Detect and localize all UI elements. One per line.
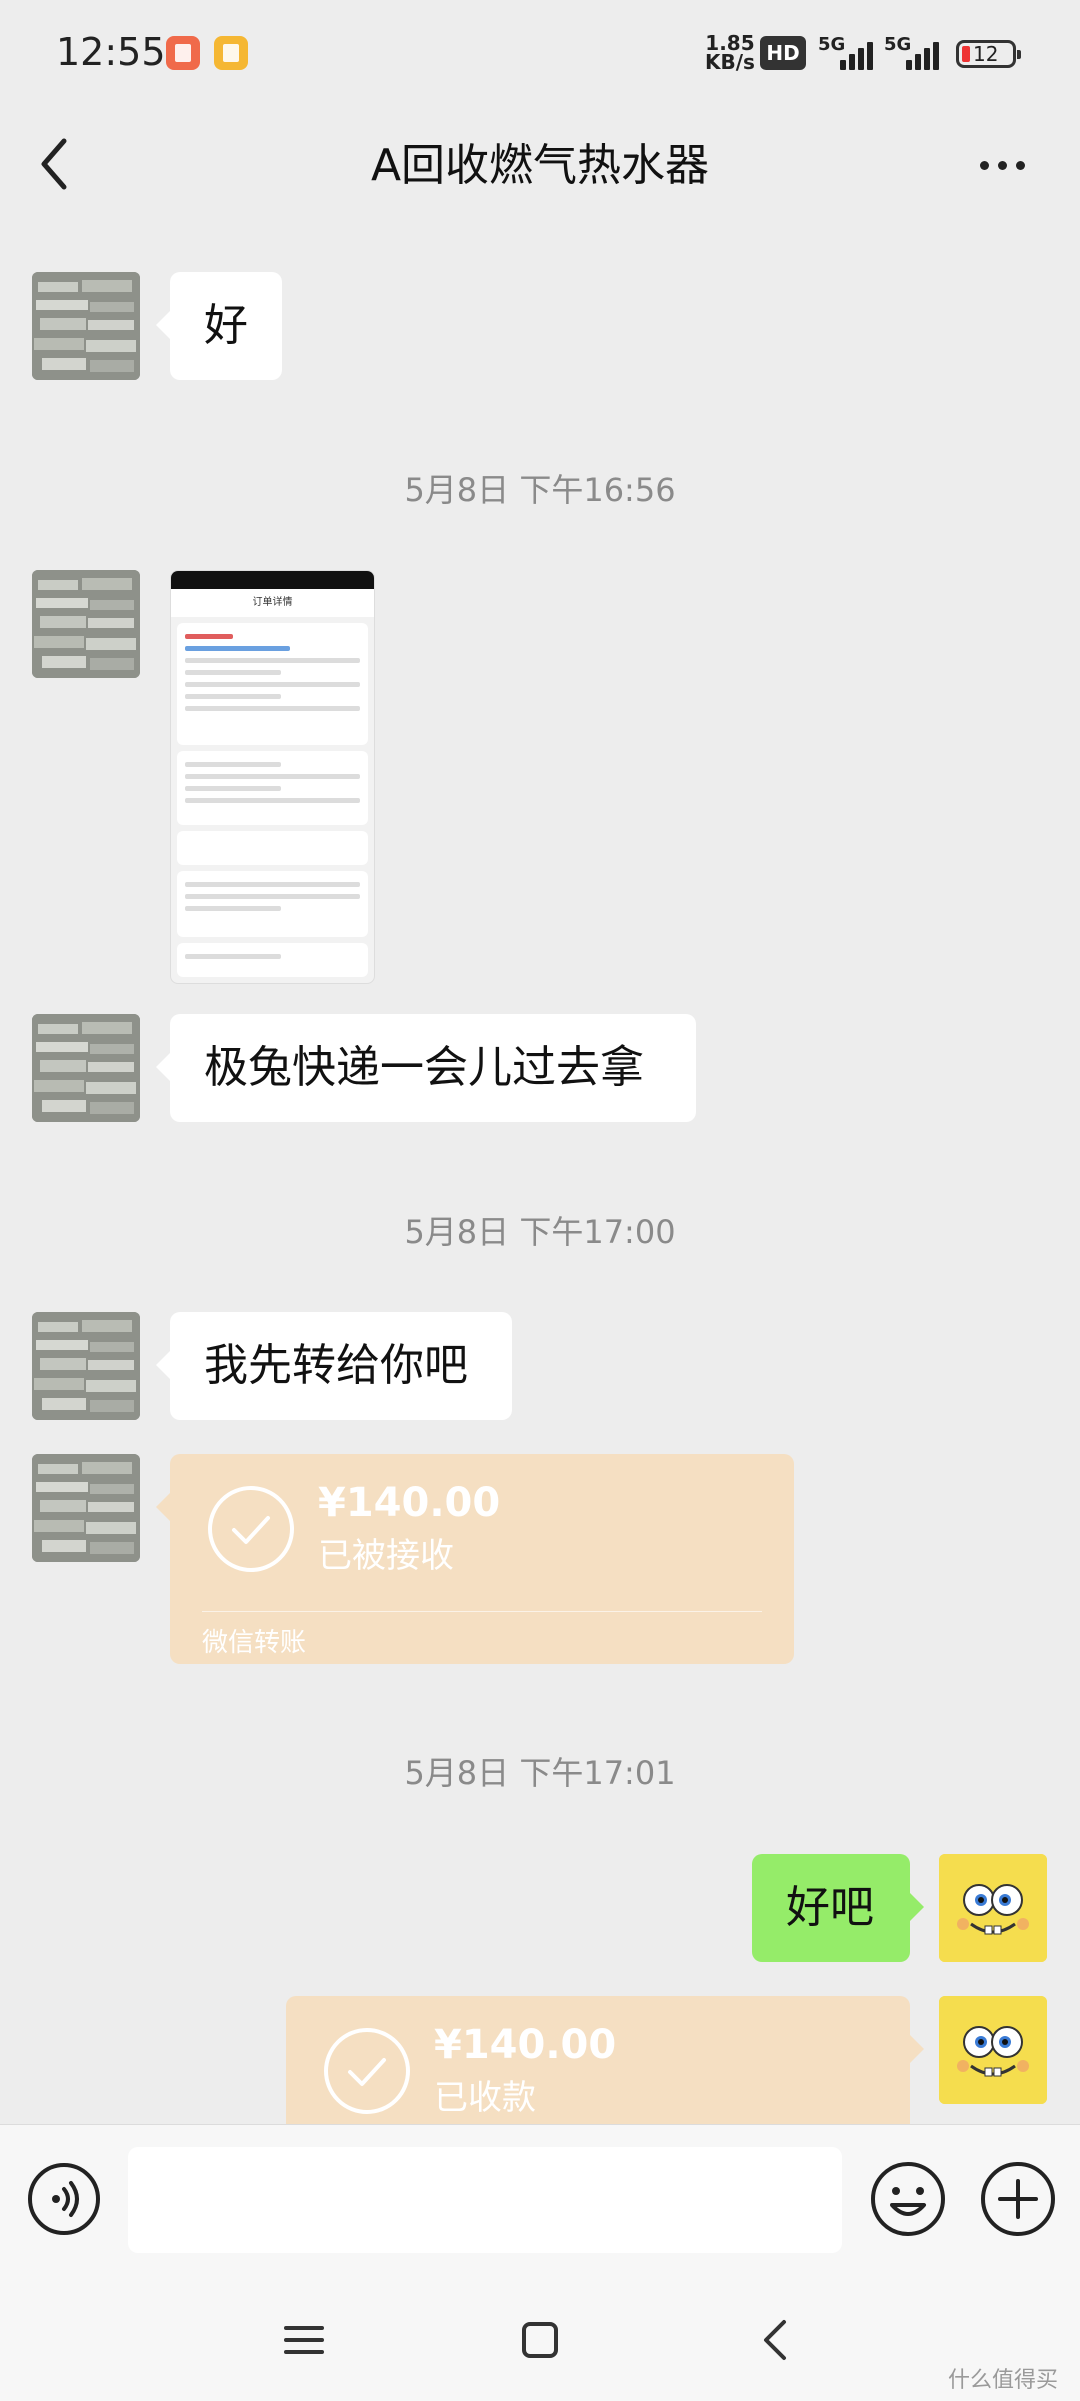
emoji-icon — [871, 2162, 945, 2236]
self-avatar[interactable] — [939, 1854, 1047, 1962]
message-bubble-self[interactable]: 好吧 — [752, 1854, 924, 1962]
transfer-card[interactable]: ¥140.00 已被接收 微信转账 — [156, 1454, 794, 1664]
signal-icon: 5G — [884, 34, 944, 70]
hd-badge: HD — [760, 36, 806, 70]
system-back-button[interactable] — [746, 2310, 806, 2370]
voice-icon — [28, 2163, 100, 2235]
notification-app-icon — [214, 36, 248, 70]
contact-avatar[interactable] — [32, 1454, 140, 1562]
status-time: 12:55 — [56, 30, 166, 74]
network-speed: 1.85 KB/s — [705, 33, 755, 74]
transfer-amount: ¥140.00 — [434, 2022, 617, 2068]
home-button[interactable] — [510, 2310, 570, 2370]
message-input[interactable] — [128, 2147, 842, 2253]
watermark: 什么值得买 — [948, 2368, 1059, 2393]
battery-level: 12 — [973, 42, 999, 66]
divider — [202, 1611, 762, 1612]
chat-header: A回收燃气热水器 — [0, 105, 1080, 223]
plus-icon — [981, 2162, 1055, 2236]
emoji-button[interactable] — [868, 2159, 948, 2239]
menu-button[interactable] — [274, 2310, 334, 2370]
status-bar: 12:55 1.85 KB/s HD 5G 5G 12 — [0, 0, 1080, 105]
transfer-amount: ¥140.00 — [318, 1480, 501, 1526]
back-icon — [764, 2320, 786, 2360]
network-speed-unit: KB/s — [705, 50, 755, 74]
notification-app-icon — [166, 36, 200, 70]
menu-icon — [284, 2326, 324, 2354]
contact-avatar[interactable] — [32, 1312, 140, 1420]
contact-avatar[interactable] — [32, 1014, 140, 1122]
image-message-title: 订单详情 — [171, 589, 374, 617]
transfer-source: 微信转账 — [202, 1628, 307, 1658]
timestamp: 5月8日 下午16:56 — [404, 471, 676, 509]
voice-button[interactable] — [26, 2161, 102, 2237]
check-icon — [324, 2028, 410, 2114]
chat-title: A回收燃气热水器 — [370, 140, 710, 191]
system-navigation-bar — [0, 2270, 1080, 2401]
input-bar — [0, 2124, 1080, 2271]
signal-label: 5G — [818, 34, 846, 55]
transfer-status: 已被接收 — [318, 1536, 454, 1576]
home-icon — [522, 2322, 558, 2358]
check-icon — [208, 1486, 294, 1572]
battery-icon: 12 — [956, 40, 1021, 68]
signal-label: 5G — [884, 34, 912, 55]
message-bubble[interactable]: 我先转给你吧 — [156, 1312, 512, 1420]
timestamp: 5月8日 下午17:00 — [404, 1213, 676, 1251]
more-button[interactable] — [968, 141, 1038, 191]
signal-icon: 5G — [818, 34, 878, 70]
image-message[interactable]: 订单详情 — [170, 570, 375, 984]
plus-button[interactable] — [978, 2159, 1058, 2239]
transfer-status: 已收款 — [434, 2078, 536, 2118]
timestamp: 5月8日 下午17:01 — [404, 1754, 676, 1792]
message-bubble[interactable]: 极兔快递一会儿过去拿 — [156, 1014, 696, 1122]
self-avatar[interactable] — [939, 1996, 1047, 2104]
message-bubble[interactable]: 好 — [156, 272, 282, 380]
contact-avatar[interactable] — [32, 570, 140, 678]
contact-avatar[interactable] — [32, 272, 140, 380]
